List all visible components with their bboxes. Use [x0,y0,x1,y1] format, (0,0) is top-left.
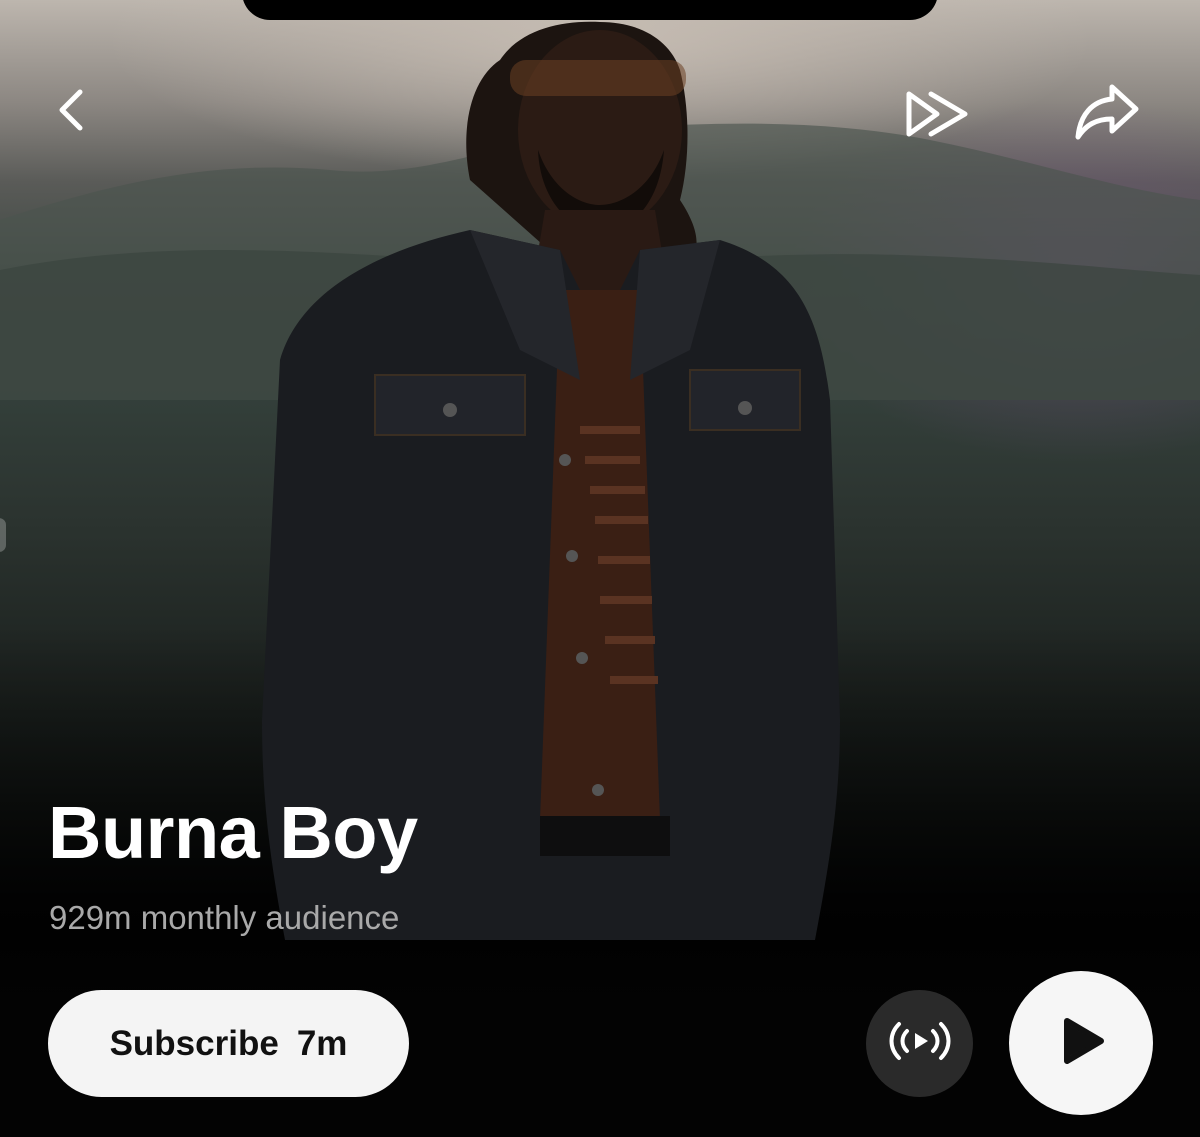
radio-broadcast-icon [885,1016,955,1071]
double-chevron-right-icon [903,88,973,145]
play-button[interactable] [1009,971,1153,1115]
share-button[interactable] [1064,80,1148,148]
artist-name: Burna Boy [48,791,418,874]
artist-hero-image [0,0,1200,1137]
skip-button[interactable] [896,84,980,148]
share-arrow-icon [1072,81,1140,148]
subscriber-count: 7m [296,1023,348,1063]
chevron-left-icon [52,86,88,139]
back-button[interactable] [40,80,100,144]
subscribe-label: Subscribe [109,1023,279,1063]
play-icon [1053,1013,1109,1074]
artist-radio-button[interactable] [866,990,973,1097]
status-notch [242,0,938,20]
scroll-indicator [0,518,6,552]
subscribe-button[interactable]: Subscribe 7m [48,990,409,1097]
monthly-audience: 929m monthly audience [49,899,400,936]
